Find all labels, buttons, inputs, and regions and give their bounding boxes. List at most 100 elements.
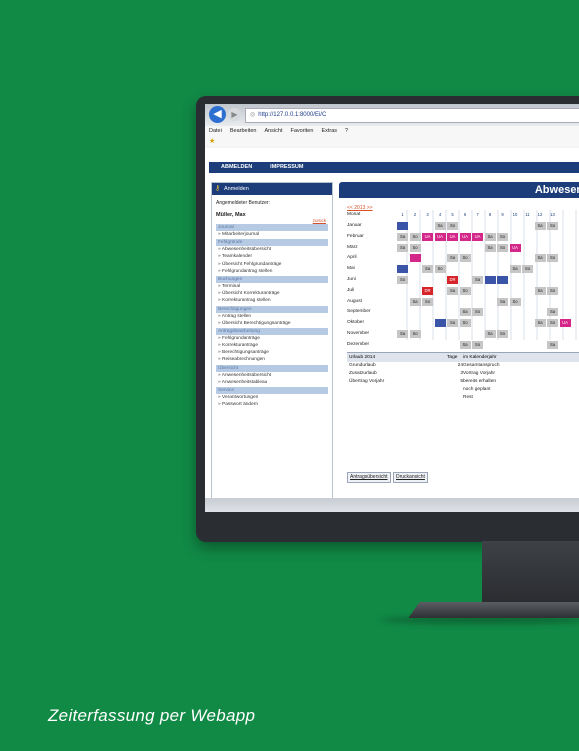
calendar-cell[interactable]: UA (472, 232, 483, 241)
menu-item[interactable]: Ansicht (264, 128, 282, 134)
calendar-cell[interactable]: Sa (459, 308, 471, 317)
calendar-cell[interactable]: Sa (534, 254, 546, 263)
calendar-cell[interactable]: Sa (472, 276, 483, 284)
calendar-cell[interactable]: UA (447, 232, 458, 241)
calendar-cell[interactable]: Sa (434, 222, 446, 230)
calendar-cell[interactable] (397, 265, 408, 274)
calendar-cell[interactable]: Sa (397, 330, 408, 338)
logout-link[interactable]: ABMELDEN (221, 164, 252, 170)
calendar-cell[interactable]: So (547, 222, 558, 230)
calendar-cell[interactable]: So (409, 330, 421, 338)
calendar-cell[interactable]: So (459, 254, 471, 263)
calendar-cell[interactable]: Sa (397, 243, 408, 252)
menu-item[interactable]: Extras (321, 128, 337, 134)
calendar-cell[interactable] (484, 276, 496, 284)
calendar-cell[interactable] (409, 254, 421, 263)
calendar-cell[interactable]: So (547, 254, 558, 263)
sidebar-item[interactable]: » Teamkalender (212, 253, 332, 260)
calendar-cell[interactable]: So (434, 265, 446, 274)
calendar-cell[interactable]: UA (559, 319, 571, 328)
calendar-cell[interactable]: So (497, 243, 508, 252)
calendar-row: März Sa So Sa So UA (347, 243, 579, 253)
calendar-day-header: 12 (537, 212, 543, 217)
calendar-cell[interactable]: Sa (484, 232, 496, 241)
calendar-cell[interactable]: Sa (447, 286, 458, 295)
menu-item[interactable]: Bearbeiten (230, 128, 257, 134)
request-overview-button[interactable]: Antragsübersicht (347, 472, 391, 483)
calendar-cell[interactable]: Sa (547, 308, 558, 317)
calendar-cell[interactable]: UA (434, 232, 446, 241)
calendar-cell[interactable]: Sa (447, 254, 458, 263)
sidebar-item[interactable]: » Berechtigungsanträge (212, 349, 332, 356)
sidebar-item[interactable]: » Übersicht Korrekturanträge (212, 290, 332, 297)
menu-item[interactable]: Favoriten (291, 128, 314, 134)
calendar-cell[interactable]: Sa (497, 297, 508, 306)
calendar-cell[interactable]: So (509, 297, 521, 306)
sidebar-item[interactable]: » Mitarbeiterjournal (212, 231, 332, 238)
calendar-cell[interactable]: DR (447, 276, 458, 284)
sidebar-item[interactable]: » Abwesenheitsübersicht (212, 246, 332, 253)
impressum-link[interactable]: IMPRESSUM (270, 164, 303, 170)
calendar-cell[interactable]: So (409, 232, 421, 241)
favorites-star-icon[interactable]: ★ (209, 138, 215, 145)
sidebar-item[interactable]: » Passwort ändern (212, 401, 332, 408)
calendar-row: April Sa So Sa So (347, 253, 579, 263)
address-bar[interactable]: ◎ http://127.0.0.1:8000/Ei/C (245, 108, 579, 123)
calendar-cell[interactable]: Sa (422, 265, 433, 274)
calendar-cell[interactable] (434, 319, 446, 328)
calendar-cell[interactable]: UA (459, 232, 471, 241)
top-navigation: ABMELDEN IMPRESSUM (209, 162, 579, 173)
calendar-cell[interactable]: So (409, 243, 421, 252)
calendar-cell[interactable]: So (447, 222, 458, 230)
calendar-cell[interactable]: Sa (397, 232, 408, 241)
calendar-cell[interactable]: Sa (509, 265, 521, 274)
forward-arrow-icon[interactable]: ▶ (228, 108, 241, 121)
calendar-cell[interactable]: Sa (484, 330, 496, 338)
sidebar-item[interactable]: » Übersicht Berechtigungsanträge (212, 320, 332, 327)
calendar-cell[interactable] (497, 276, 508, 284)
calendar-cell[interactable]: Sa (534, 222, 546, 230)
sidebar-item[interactable]: » Terminal (212, 283, 332, 290)
sidebar-item[interactable]: » Übersicht Fehlgrundanträge (212, 261, 332, 268)
calendar-cell[interactable]: So (547, 286, 558, 295)
calendar-cell[interactable]: Sa (534, 319, 546, 328)
calendar-cell[interactable]: So (422, 297, 433, 306)
sidebar-item[interactable]: » Korrekturanträge (212, 342, 332, 349)
calendar-cell[interactable]: So (497, 232, 508, 241)
calendar-cell[interactable]: So (497, 330, 508, 338)
calendar-cell[interactable]: So (472, 308, 483, 317)
sidebar-item[interactable]: » Fehlgrundantrag stellen (212, 268, 332, 275)
calendar-month-header: Monat (347, 212, 361, 217)
calendar-cell[interactable]: So (522, 265, 533, 274)
calendar-cell[interactable]: UA (509, 243, 521, 252)
back-arrow-icon[interactable]: ◀ (209, 106, 226, 123)
calendar-cell[interactable]: So (547, 319, 558, 328)
calendar-cell[interactable]: Sa (547, 340, 558, 349)
calendar-cell[interactable]: UA (422, 232, 433, 241)
print-view-button[interactable]: Druckansicht (393, 472, 428, 483)
calendar-row: Juli DR Sa So Sa So (347, 286, 579, 296)
calendar-cell[interactable]: So (459, 286, 471, 295)
sidebar-item[interactable]: » Korrekturantrag stellen (212, 297, 332, 304)
calendar-cell[interactable]: So (459, 319, 471, 328)
calendar-cell[interactable]: Sa (409, 297, 421, 306)
sidebar-item[interactable]: » Verantwortungen (212, 394, 332, 401)
sidebar-item[interactable]: » Antrag stellen (212, 313, 332, 320)
sidebar-item[interactable]: » Anwesenheitstableau (212, 379, 332, 386)
back-link[interactable]: zurück (212, 218, 332, 223)
calendar-cell[interactable]: DR (422, 286, 433, 295)
calendar-cell[interactable]: Sa (447, 319, 458, 328)
calendar-cell[interactable]: Sa (484, 243, 496, 252)
calendar-cell[interactable]: Sa (459, 340, 471, 349)
calendar-cell[interactable]: So (472, 340, 483, 349)
menu-item[interactable]: Datei (209, 128, 222, 134)
calendar-row: Dezember Sa So Sa (347, 340, 579, 350)
calendar-cell[interactable]: So (397, 276, 408, 284)
sidebar-item[interactable]: » Fehlgrundanträge (212, 335, 332, 342)
calendar-cell[interactable] (397, 222, 408, 230)
calendar-cell[interactable]: Sa (534, 286, 546, 295)
sidebar-item[interactable]: » Anwesenheitsübersicht (212, 372, 332, 379)
calendar-month-label: September (347, 309, 371, 315)
menu-item[interactable]: ? (345, 128, 348, 134)
sidebar-item[interactable]: » Reiseabrechnungen (212, 356, 332, 363)
